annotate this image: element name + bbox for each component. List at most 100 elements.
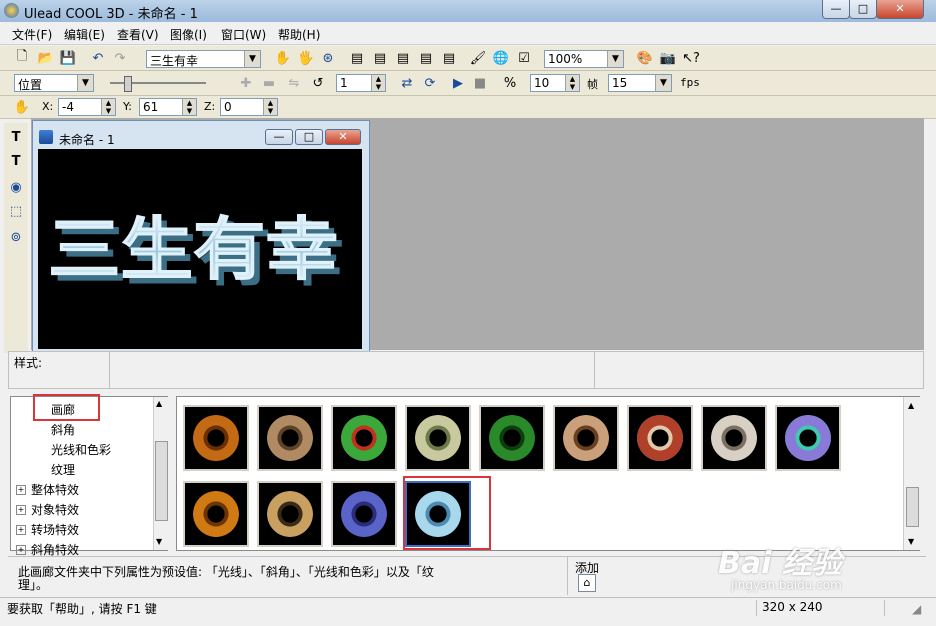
scroll-up-icon[interactable]: ▲	[908, 401, 914, 410]
frame-input[interactable]: 1 ▲ ▼	[336, 74, 386, 92]
mode-select[interactable]: 位置 ▼	[14, 74, 94, 92]
menu-image[interactable]: 图像(I)	[170, 26, 207, 43]
minimize-button[interactable]: —	[822, 0, 850, 19]
insert-text-icon[interactable]: T	[6, 127, 26, 147]
select-object-icon[interactable]: ⬚	[6, 201, 26, 221]
fps-select[interactable]: 15 ▼	[608, 74, 672, 92]
layout-2-icon[interactable]: ▤	[370, 48, 390, 68]
spin-arrows[interactable]: ▲ ▼	[565, 75, 579, 91]
scroll-down-icon[interactable]: ▼	[156, 537, 162, 546]
add-keyframe-icon[interactable]: ✚	[236, 73, 256, 93]
save-icon[interactable]: 💾	[58, 48, 78, 68]
tree-item[interactable]: 对象特效	[31, 501, 79, 518]
slider-thumb[interactable]	[124, 76, 132, 92]
layout-5-icon[interactable]: ▤	[439, 48, 459, 68]
gallery-scrollbar[interactable]: ▲ ▼	[903, 397, 920, 550]
doc-minimize-button[interactable]: —	[265, 129, 293, 145]
tree-expand-icon[interactable]: +	[16, 505, 26, 515]
check-icon[interactable]: ☑	[514, 48, 534, 68]
text-art: 三生有幸	[48, 211, 338, 290]
globe-icon[interactable]: 🌐	[491, 48, 511, 68]
repeat-icon[interactable]: ⟳	[420, 73, 440, 93]
edit-text-icon[interactable]: T	[6, 151, 26, 171]
fit-icon[interactable]: ⊛	[318, 48, 338, 68]
canvas-size: 320 x 240	[762, 600, 823, 614]
layout-1-icon[interactable]: ▤	[347, 48, 367, 68]
gallery-thumbnail[interactable]	[257, 405, 323, 471]
gallery-thumbnail[interactable]	[331, 405, 397, 471]
doc-close-button[interactable]: ✕	[325, 129, 361, 145]
menu-window[interactable]: 窗口(W)	[221, 26, 266, 43]
maximize-button[interactable]: □	[849, 0, 877, 19]
scroll-thumb[interactable]	[906, 487, 919, 527]
reverse-icon[interactable]: ⇋	[284, 73, 304, 93]
spin-arrows[interactable]: ▲ ▼	[101, 99, 115, 115]
gallery-thumbnail[interactable]	[479, 405, 545, 471]
tree-expand-icon[interactable]: +	[16, 545, 26, 555]
help-pointer-icon[interactable]: ↖?	[681, 48, 701, 68]
menu-view[interactable]: 查看(V)	[117, 26, 159, 43]
gallery-thumbnail[interactable]	[627, 405, 693, 471]
document-title: 未命名 - 1	[59, 133, 115, 147]
gallery-thumbnail[interactable]	[775, 405, 841, 471]
doc-maximize-button[interactable]: □	[295, 129, 323, 145]
spin-arrows[interactable]: ▲ ▼	[182, 99, 196, 115]
object-select[interactable]: 三生有幸 ▼	[146, 50, 261, 68]
remove-keyframe-icon[interactable]: ▬	[259, 73, 279, 93]
gallery-thumbnail[interactable]	[183, 481, 249, 547]
object-properties-icon[interactable]: 🎨	[635, 48, 655, 68]
close-button[interactable]: ✕	[876, 0, 924, 19]
x-input[interactable]: -4 ▲ ▼	[58, 98, 116, 116]
undo-icon[interactable]: ↶	[88, 48, 108, 68]
tree-item[interactable]: 光线和色彩	[51, 441, 111, 458]
add-to-library-icon[interactable]: ⌂	[578, 574, 596, 592]
gallery-thumbnail[interactable]	[257, 481, 323, 547]
camera-icon[interactable]: 📷	[658, 48, 678, 68]
tree-item[interactable]: 整体特效	[31, 481, 79, 498]
menu-file[interactable]: 文件(F)	[12, 26, 52, 43]
timeline-slider[interactable]	[110, 75, 206, 92]
rotate-hand-icon[interactable]: 🖐	[296, 48, 316, 68]
pan-hand-icon[interactable]: ✋	[273, 48, 293, 68]
zoom-select[interactable]: 100% ▼	[544, 50, 624, 68]
gallery-thumbnail[interactable]	[553, 405, 619, 471]
tree-scrollbar[interactable]: ▲ ▼	[153, 397, 168, 550]
redo-icon[interactable]: ↷	[110, 48, 130, 68]
chevron-down-icon: ▼	[77, 75, 93, 91]
stop-icon[interactable]: ■	[470, 73, 490, 93]
tree-item[interactable]: 转场特效	[31, 521, 79, 538]
object-library-icon[interactable]: ⊚	[6, 227, 26, 247]
gallery-thumbnail[interactable]	[701, 405, 767, 471]
frame-count-input[interactable]: 10 ▲ ▼	[530, 74, 580, 92]
menu-edit[interactable]: 编辑(E)	[64, 26, 105, 43]
spin-arrows[interactable]: ▲ ▼	[371, 75, 385, 91]
open-folder-icon[interactable]: 📂	[36, 48, 56, 68]
gallery-thumbnail[interactable]	[405, 405, 471, 471]
paint-icon[interactable]: 🖌	[468, 48, 488, 68]
z-input[interactable]: 0 ▲ ▼	[220, 98, 278, 116]
menu-help[interactable]: 帮助(H)	[278, 26, 320, 43]
tree-item[interactable]: 斜角	[51, 421, 75, 438]
scroll-down-icon[interactable]: ▼	[908, 537, 914, 546]
scroll-up-icon[interactable]: ▲	[156, 399, 162, 408]
layout-3-icon[interactable]: ▤	[393, 48, 413, 68]
spin-arrows[interactable]: ▲ ▼	[263, 99, 277, 115]
scroll-thumb[interactable]	[155, 441, 168, 521]
tree-item[interactable]: 纹理	[51, 461, 75, 478]
new-file-icon[interactable]: 🗋	[12, 48, 32, 68]
layout-4-icon[interactable]: ▤	[416, 48, 436, 68]
y-input[interactable]: 61 ▲ ▼	[139, 98, 197, 116]
loop-back-icon[interactable]: ↺	[308, 73, 328, 93]
object-toolbar: T T ◉ ⬚ ⊚	[4, 123, 28, 353]
gallery-thumbnail[interactable]	[183, 405, 249, 471]
play-icon[interactable]: ▶	[448, 73, 468, 93]
move-hand-icon[interactable]: ✋	[12, 97, 32, 117]
3d-canvas[interactable]: 三生有幸 三生有幸	[38, 149, 362, 349]
percent-icon[interactable]: %	[500, 73, 520, 93]
tree-expand-icon[interactable]: +	[16, 525, 26, 535]
insert-shape-icon[interactable]: ◉	[6, 177, 26, 197]
resize-grip-icon[interactable]: ◢	[912, 602, 921, 616]
gallery-thumbnail[interactable]	[331, 481, 397, 547]
swap-icon[interactable]: ⇄	[397, 73, 417, 93]
tree-expand-icon[interactable]: +	[16, 485, 26, 495]
